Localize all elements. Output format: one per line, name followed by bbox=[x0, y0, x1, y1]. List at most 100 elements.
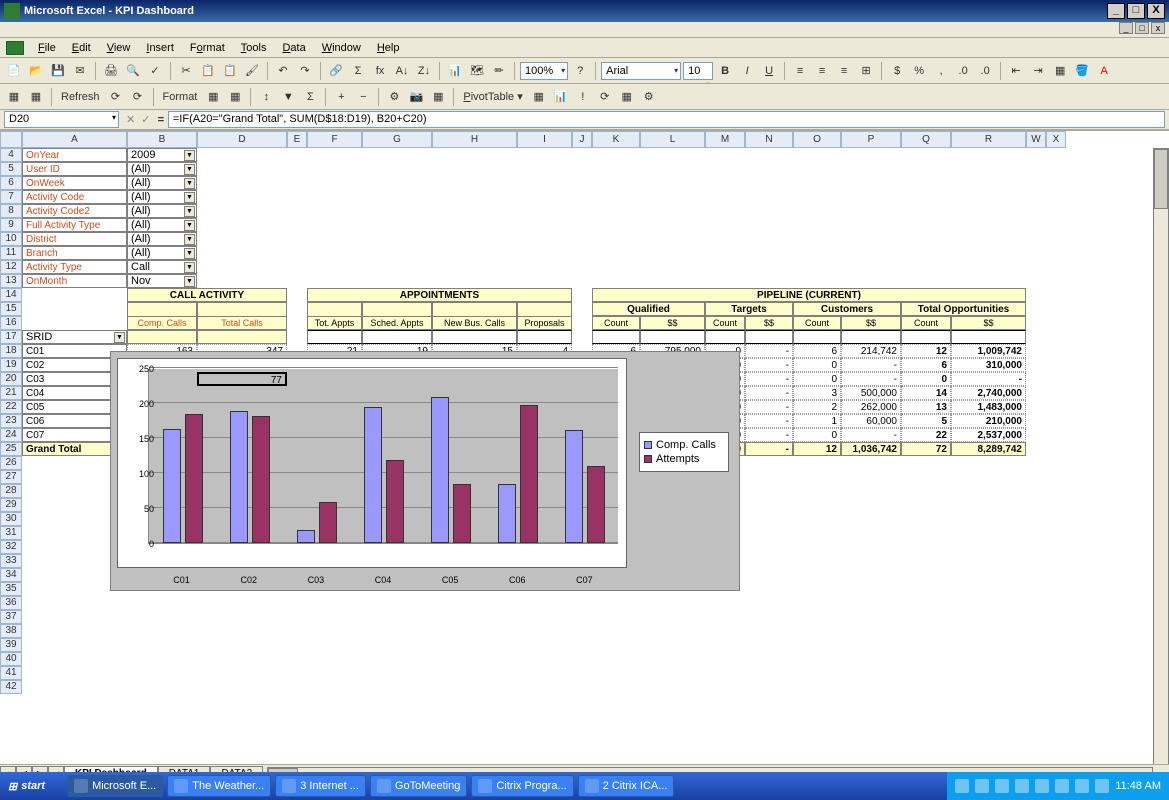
cell-A4[interactable]: OnYear bbox=[22, 148, 127, 162]
cell-A13[interactable]: OnMonth bbox=[22, 274, 127, 288]
cell-M17[interactable] bbox=[705, 330, 745, 344]
cell-Q20[interactable]: 0 bbox=[901, 372, 951, 386]
misc2-icon[interactable]: ▦ bbox=[428, 87, 448, 107]
row-header-18[interactable]: 18 bbox=[0, 344, 22, 358]
worksheet[interactable]: ABDEFGHIJKLMNOPQRWX 45678910111213141516… bbox=[0, 130, 1169, 784]
dec-indent-icon[interactable]: ⇤ bbox=[1006, 61, 1026, 81]
menu-edit[interactable]: Edit bbox=[64, 40, 99, 56]
redo-icon[interactable]: ↷ bbox=[295, 61, 315, 81]
cell-A10[interactable]: District bbox=[22, 232, 127, 246]
mail-icon[interactable]: ✉ bbox=[70, 61, 90, 81]
cell-N22[interactable]: - bbox=[745, 400, 793, 414]
row-header-4[interactable]: 4 bbox=[0, 148, 22, 162]
cell-R22[interactable]: 1,483,000 bbox=[951, 400, 1026, 414]
close-button[interactable]: X bbox=[1147, 3, 1165, 19]
col-header-Q[interactable]: Q bbox=[901, 131, 951, 148]
comma-icon[interactable]: , bbox=[931, 61, 951, 81]
cell-Q23[interactable]: 5 bbox=[901, 414, 951, 428]
row-header-32[interactable]: 32 bbox=[0, 540, 22, 554]
format-painter-icon[interactable]: 🖌 bbox=[242, 61, 262, 81]
restore-button[interactable]: □ bbox=[1127, 3, 1145, 19]
menu-window[interactable]: Window bbox=[314, 40, 369, 56]
cell-Q16[interactable]: Count bbox=[901, 316, 951, 330]
cell-M16[interactable]: Count bbox=[705, 316, 745, 330]
col-header-O[interactable]: O bbox=[793, 131, 841, 148]
cell-M15[interactable]: Targets bbox=[705, 302, 793, 316]
menu-help[interactable]: Help bbox=[369, 40, 408, 56]
cell-F17[interactable] bbox=[307, 330, 362, 344]
pivot-chart-icon[interactable]: 📊 bbox=[551, 87, 571, 107]
cut-icon[interactable]: ✂ bbox=[176, 61, 196, 81]
pivot-hide-icon[interactable]: ! bbox=[573, 87, 593, 107]
col-header-B[interactable]: B bbox=[127, 131, 197, 148]
font-color-icon[interactable]: A bbox=[1094, 61, 1114, 81]
cell-O21[interactable]: 3 bbox=[793, 386, 841, 400]
cell-R21[interactable]: 2,740,000 bbox=[951, 386, 1026, 400]
col-header-L[interactable]: L bbox=[640, 131, 705, 148]
paste-icon[interactable]: 📋 bbox=[220, 61, 240, 81]
group-icon[interactable]: ▦ bbox=[203, 87, 223, 107]
cell-P25[interactable]: 1,036,742 bbox=[841, 442, 901, 456]
cell-O24[interactable]: 0 bbox=[793, 428, 841, 442]
cell-P16[interactable]: $$ bbox=[841, 316, 901, 330]
fill-color-icon[interactable]: 🪣 bbox=[1072, 61, 1092, 81]
sort-icon[interactable]: ↕ bbox=[256, 87, 276, 107]
cell-O16[interactable]: Count bbox=[793, 316, 841, 330]
row-header-35[interactable]: 35 bbox=[0, 582, 22, 596]
cell-P23[interactable]: 60,000 bbox=[841, 414, 901, 428]
help-icon[interactable]: ? bbox=[570, 61, 590, 81]
doc-close-button[interactable]: x bbox=[1151, 22, 1165, 34]
font-size-dropdown[interactable]: 10 bbox=[683, 62, 713, 80]
cell-A7[interactable]: Activity Code bbox=[22, 190, 127, 204]
cell-B16[interactable]: Comp. Calls bbox=[127, 316, 197, 330]
cell-K16[interactable]: Count bbox=[592, 316, 640, 330]
row-header-33[interactable]: 33 bbox=[0, 554, 22, 568]
cell-O17[interactable] bbox=[793, 330, 841, 344]
task-internet[interactable]: 3 Internet ... bbox=[275, 775, 366, 797]
pivot-wizard-icon[interactable]: ▦ bbox=[529, 87, 549, 107]
filter-OnWeek[interactable]: (All)▼ bbox=[127, 176, 197, 190]
row-header-6[interactable]: 6 bbox=[0, 176, 22, 190]
cell-F14[interactable]: APPOINTMENTS bbox=[307, 288, 572, 302]
inc-indent-icon[interactable]: ⇥ bbox=[1028, 61, 1048, 81]
cell-N23[interactable]: - bbox=[745, 414, 793, 428]
cell-N16[interactable]: $$ bbox=[745, 316, 793, 330]
cell-G16[interactable]: Sched. Appts bbox=[362, 316, 432, 330]
cell-R18[interactable]: 1,009,742 bbox=[951, 344, 1026, 358]
col-header-A[interactable]: A bbox=[22, 131, 127, 148]
menu-view[interactable]: View bbox=[99, 40, 139, 56]
cell-P24[interactable]: - bbox=[841, 428, 901, 442]
hyperlink-icon[interactable]: 🔗 bbox=[326, 61, 346, 81]
col-header-F[interactable]: F bbox=[307, 131, 362, 148]
task-gotomeeting[interactable]: GoToMeeting bbox=[370, 775, 467, 797]
row-header-20[interactable]: 20 bbox=[0, 372, 22, 386]
bold-icon[interactable]: B bbox=[715, 61, 735, 81]
row-header-17[interactable]: 17 bbox=[0, 330, 22, 344]
cell-H16[interactable]: New Bus. Calls bbox=[432, 316, 517, 330]
row-header-37[interactable]: 37 bbox=[0, 610, 22, 624]
col-header-K[interactable]: K bbox=[592, 131, 640, 148]
cell-P18[interactable]: 214,742 bbox=[841, 344, 901, 358]
open-icon[interactable]: 📂 bbox=[26, 61, 46, 81]
select-all-button[interactable] bbox=[0, 131, 22, 148]
cancel-formula-icon[interactable]: ✕ bbox=[123, 113, 138, 126]
col-header-E[interactable]: E bbox=[287, 131, 307, 148]
start-button[interactable]: ⊞ start bbox=[0, 772, 59, 800]
col-header-M[interactable]: M bbox=[705, 131, 745, 148]
cell-R20[interactable]: - bbox=[951, 372, 1026, 386]
save-icon[interactable]: 💾 bbox=[48, 61, 68, 81]
row-header-36[interactable]: 36 bbox=[0, 596, 22, 610]
cell-P21[interactable]: 500,000 bbox=[841, 386, 901, 400]
row-header-22[interactable]: 22 bbox=[0, 400, 22, 414]
cell-P20[interactable]: - bbox=[841, 372, 901, 386]
cell-O15[interactable]: Customers bbox=[793, 302, 901, 316]
align-left-icon[interactable]: ≡ bbox=[790, 61, 810, 81]
row-header-14[interactable]: 14 bbox=[0, 288, 22, 302]
formula-input[interactable]: =IF(A20="Grand Total", SUM(D$18:D19), B2… bbox=[168, 111, 1165, 128]
cell-O20[interactable]: 0 bbox=[793, 372, 841, 386]
print-icon[interactable]: 🖨 bbox=[101, 61, 121, 81]
row-header-21[interactable]: 21 bbox=[0, 386, 22, 400]
tray-icon[interactable] bbox=[1055, 779, 1069, 793]
filter-Full-Activity-Type[interactable]: (All)▼ bbox=[127, 218, 197, 232]
filter-User-ID[interactable]: (All)▼ bbox=[127, 162, 197, 176]
